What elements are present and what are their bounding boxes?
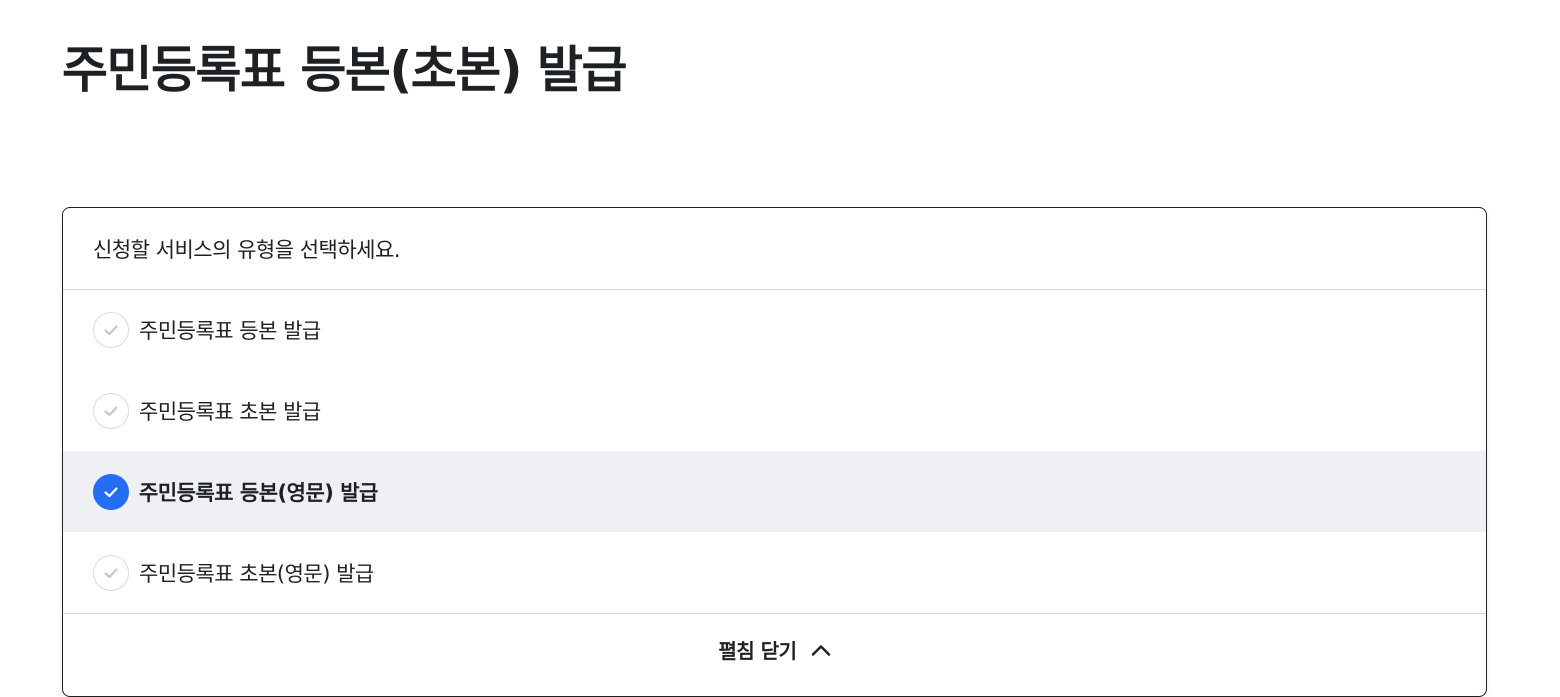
option-label: 주민등록표 등본(영문) 발급	[139, 480, 378, 505]
check-circle-icon[interactable]	[93, 473, 129, 510]
check-circle-icon[interactable]	[93, 392, 129, 429]
option-resident-copy[interactable]: 주민등록표 등본 발급	[63, 290, 1486, 370]
service-type-prompt: 신청할 서비스의 유형을 선택하세요.	[63, 208, 1486, 290]
check-circle-icon[interactable]	[93, 312, 129, 348]
collapse-toggle-button[interactable]: 펼침 닫기	[718, 635, 830, 664]
page-title: 주민등록표 등본(초본) 발급	[62, 41, 628, 99]
panel-footer: 펼침 닫기	[63, 613, 1486, 689]
service-type-panel: 신청할 서비스의 유형을 선택하세요. 주민등록표 등본 발급 주민등록표 초본…	[62, 207, 1487, 697]
option-resident-abstract[interactable]: 주민등록표 초본 발급	[63, 370, 1486, 451]
option-resident-abstract-english[interactable]: 주민등록표 초본(영문) 발급	[63, 532, 1486, 613]
option-label: 주민등록표 초본(영문) 발급	[139, 561, 374, 586]
chevron-up-icon	[811, 644, 830, 656]
option-label: 주민등록표 등본 발급	[139, 319, 321, 343]
option-resident-copy-english[interactable]: 주민등록표 등본(영문) 발급	[63, 451, 1486, 532]
collapse-toggle-label: 펼침 닫기	[718, 639, 797, 663]
service-option-list: 주민등록표 등본 발급 주민등록표 초본 발급 주민등록표 등본(영문) 발급 …	[63, 290, 1486, 613]
option-label: 주민등록표 초본 발급	[139, 399, 321, 424]
check-circle-icon[interactable]	[93, 554, 129, 591]
